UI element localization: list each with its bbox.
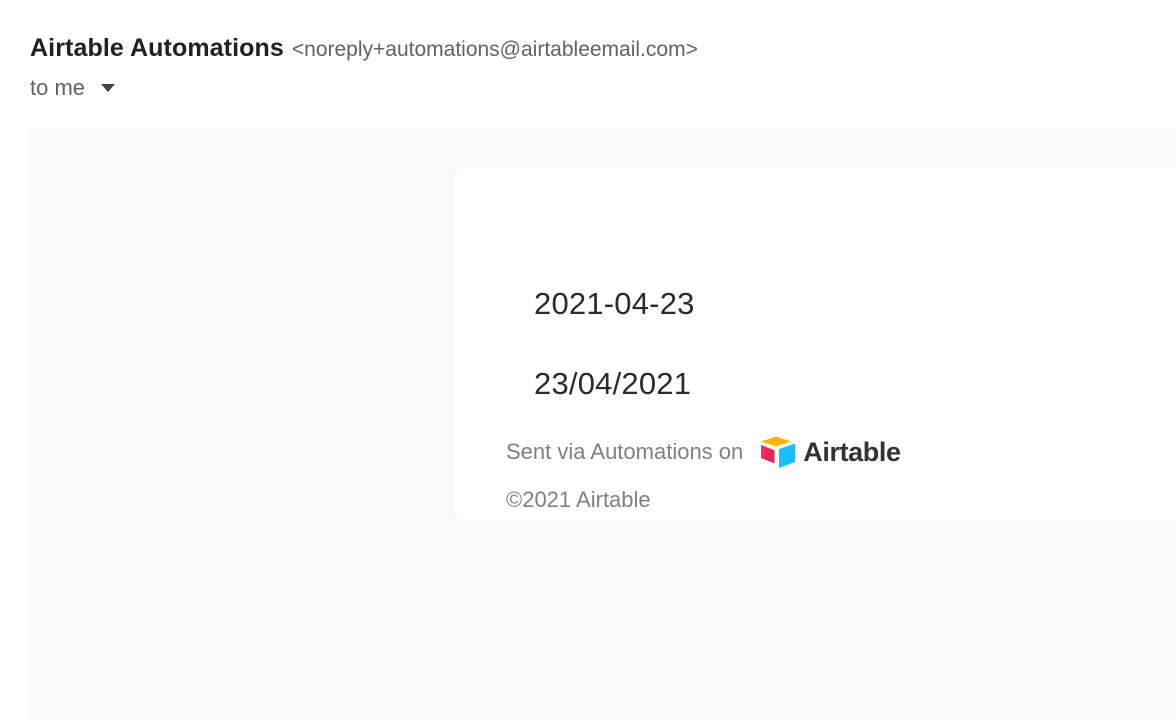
footer-copyright: ©2021 Airtable	[506, 487, 651, 512]
email-body: 2021-04-23 23/04/2021	[30, 128, 1176, 720]
recipient-label: to me	[30, 75, 86, 100]
airtable-logo-icon	[759, 435, 797, 469]
email-footer: Sent via Automations on Airtable ©2021 A…	[506, 435, 1126, 513]
email-view: Airtable Automations <noreply+automation…	[0, 0, 1176, 720]
email-header: Airtable Automations <noreply+automation…	[30, 34, 1160, 103]
airtable-brand-link[interactable]: Airtable	[759, 435, 901, 469]
sender-line: Airtable Automations <noreply+automation…	[30, 34, 1160, 63]
airtable-brand-name: Airtable	[803, 436, 901, 467]
date-iso: 2021-04-23	[534, 286, 695, 321]
date-dmy: 23/04/2021	[534, 366, 692, 401]
sender-email: <noreply+automations@airtableemail.com>	[291, 38, 698, 61]
caret-down-icon[interactable]	[99, 79, 117, 97]
footer-sent-text: Sent via Automations on	[506, 439, 744, 464]
footer-sent-line: Sent via Automations on Airtable	[506, 435, 1126, 469]
recipient-line: to me	[30, 73, 1160, 103]
sender-name[interactable]: Airtable Automations	[30, 34, 284, 63]
